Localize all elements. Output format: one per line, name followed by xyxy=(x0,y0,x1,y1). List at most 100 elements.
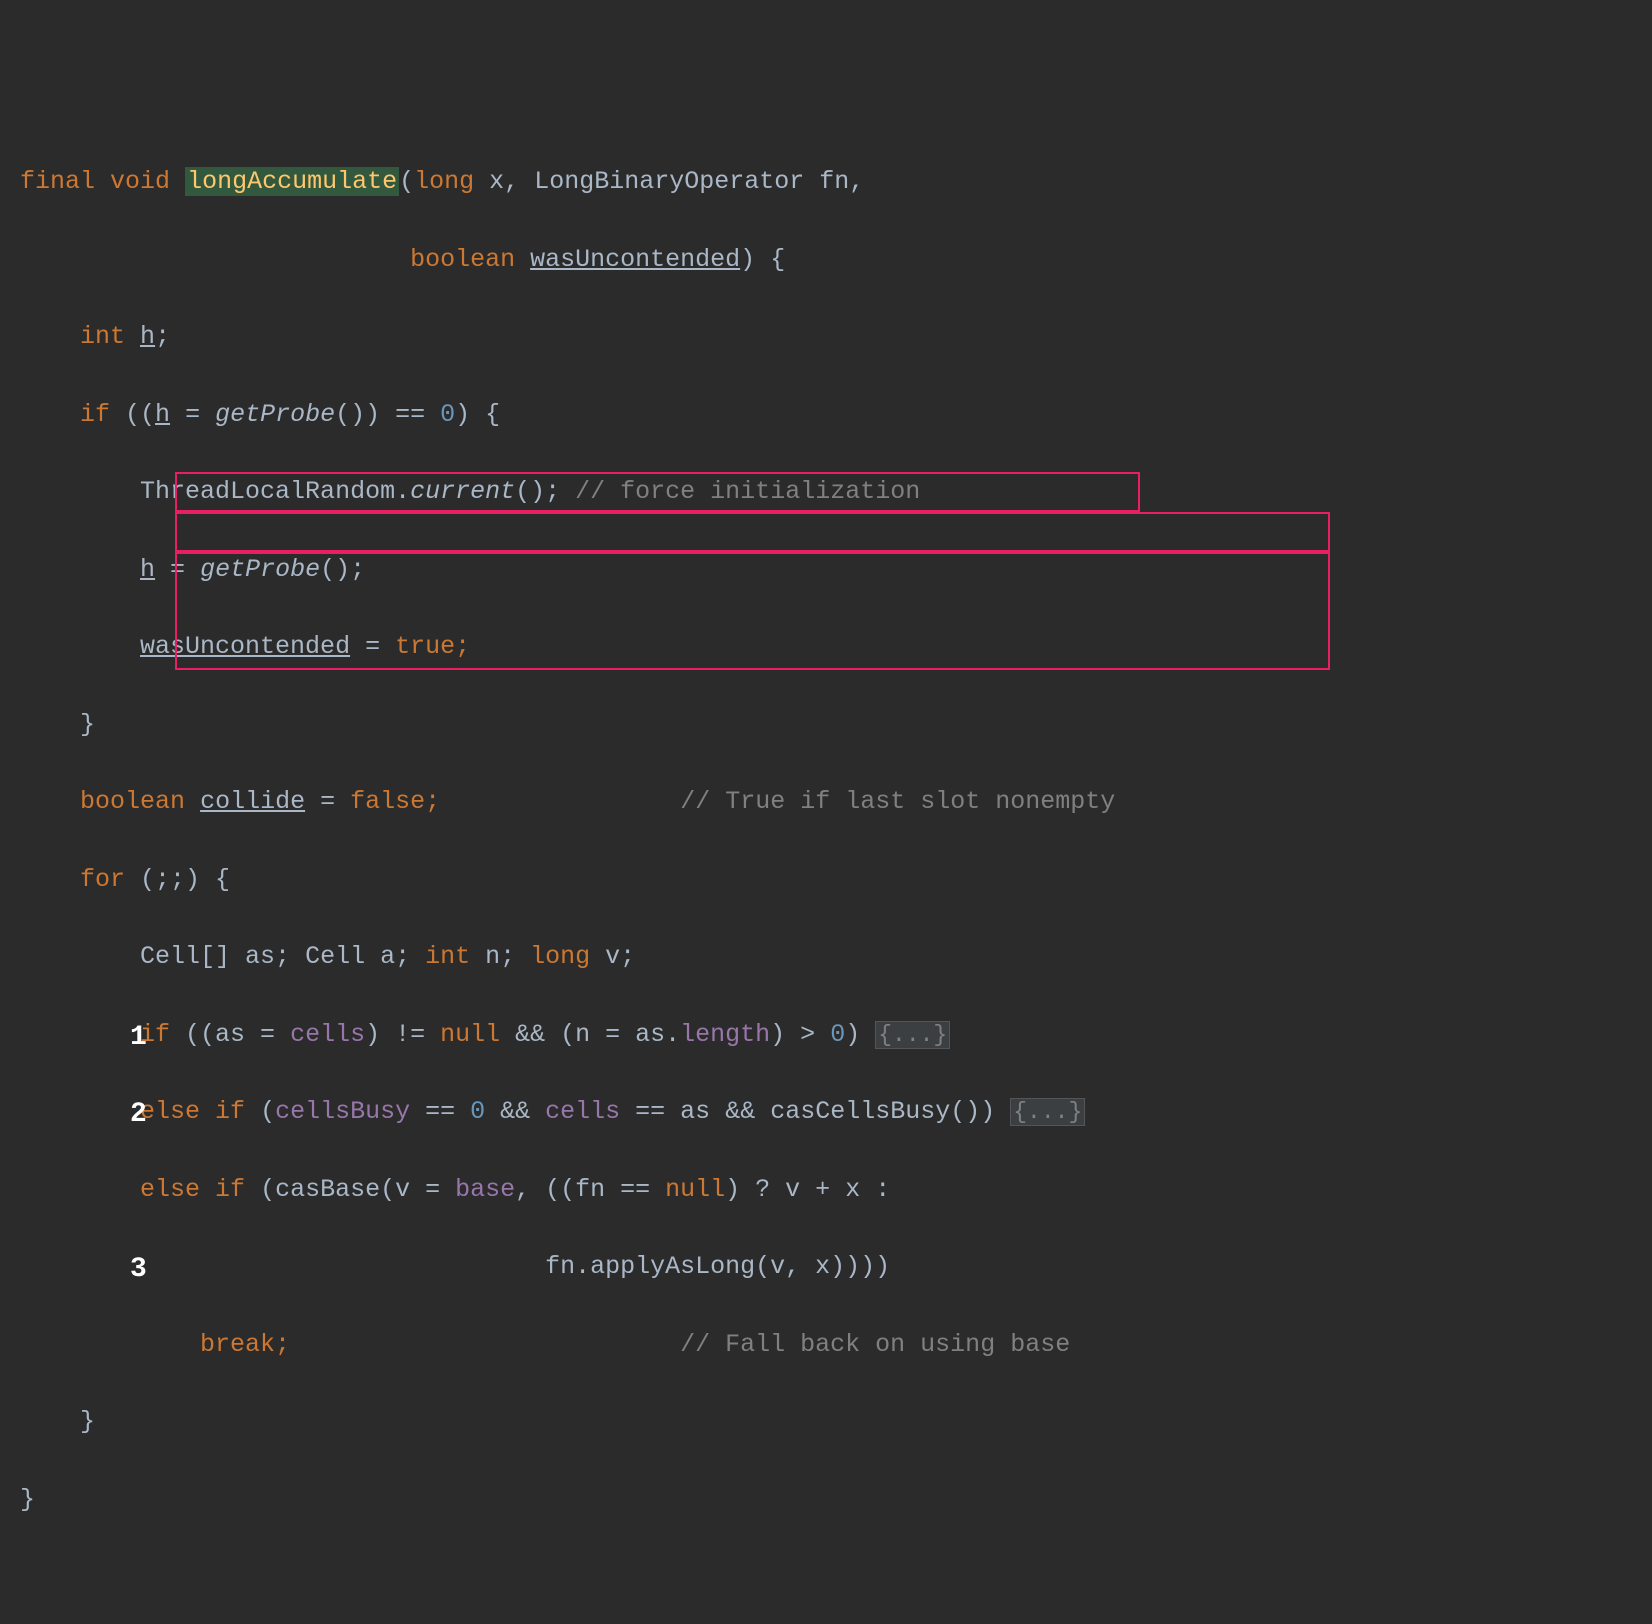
code-line-4: if ((h = getProbe()) == 0) { xyxy=(20,396,1632,435)
rbrace: } xyxy=(80,710,95,739)
var-h: h xyxy=(155,400,170,429)
code-line-15: 3 fn.applyAsLong(v, x)))) xyxy=(20,1248,1632,1287)
comma: , xyxy=(504,167,519,196)
highlight-box-2 xyxy=(175,512,1330,552)
code-line-14: else if (casBase(v = base, ((fn == null)… xyxy=(20,1171,1632,1210)
keyword-else-if: else if xyxy=(140,1175,245,1204)
text: a; xyxy=(365,942,425,971)
code-line-1: final void longAccumulate(long x, LongBi… xyxy=(20,163,1632,202)
number-zero: 0 xyxy=(470,1097,485,1126)
field-cells: cells xyxy=(290,1020,365,1049)
type-cell: Cell xyxy=(305,942,365,971)
text: && (n = as. xyxy=(500,1020,680,1049)
method-getprobe: getProbe xyxy=(215,400,335,429)
text: ) != xyxy=(365,1020,440,1049)
code-line-18: } xyxy=(20,1481,1632,1520)
keyword-long: long xyxy=(530,942,590,971)
field-cellsbusy: cellsBusy xyxy=(275,1097,410,1126)
code-fold-icon[interactable]: {...} xyxy=(875,1021,950,1049)
code-line-2: boolean wasUncontended) { xyxy=(20,241,1632,280)
var-wasuncontended: wasUncontended xyxy=(140,632,350,661)
comment-fallback: // Fall back on using base xyxy=(680,1330,1070,1359)
type-long: long xyxy=(414,167,474,196)
text: = xyxy=(155,555,200,584)
number-zero: 0 xyxy=(440,400,455,429)
annotation-1: 1 xyxy=(130,1016,147,1059)
text: ) ? v + x : xyxy=(725,1175,890,1204)
field-length: length xyxy=(680,1020,770,1049)
keyword-boolean: boolean xyxy=(410,245,515,274)
rbrace: } xyxy=(80,1407,95,1436)
text: ()) == xyxy=(335,400,440,429)
class-threadlocalrandom: ThreadLocalRandom xyxy=(140,477,395,506)
dot: . xyxy=(395,477,410,506)
param-x: x xyxy=(489,167,504,196)
text: = xyxy=(350,632,395,661)
code-line-6: h = getProbe(); xyxy=(20,551,1632,590)
number-zero: 0 xyxy=(830,1020,845,1049)
code-line-5: ThreadLocalRandom.current(); // force in… xyxy=(20,473,1632,512)
param-fn: fn xyxy=(819,167,849,196)
code-line-11: Cell[] as; Cell a; int n; long v; xyxy=(20,938,1632,977)
annotation-3: 3 xyxy=(130,1248,147,1291)
keyword-else-if: else if xyxy=(140,1097,245,1126)
semi: ; xyxy=(275,1330,290,1359)
keyword-break: break xyxy=(200,1330,275,1359)
annotation-2: 2 xyxy=(130,1093,147,1136)
rparen: ) xyxy=(740,245,755,274)
keyword-true: true xyxy=(395,632,455,661)
semi: ; xyxy=(455,632,470,661)
text: = xyxy=(170,400,215,429)
method-getprobe: getProbe xyxy=(200,555,320,584)
text: (); xyxy=(515,477,560,506)
lbrace: { xyxy=(770,245,785,274)
var-h: h xyxy=(140,555,155,584)
type-cell: Cell xyxy=(140,942,200,971)
comma: , xyxy=(849,167,864,196)
text: [] as; xyxy=(200,942,305,971)
code-line-7: wasUncontended = true; xyxy=(20,628,1632,667)
method-current: current xyxy=(410,477,515,506)
code-line-9: boolean collide = false; // True if last… xyxy=(20,783,1632,822)
field-base: base xyxy=(455,1175,515,1204)
keyword-null: null xyxy=(440,1020,500,1049)
code-line-13: 2 else if (cellsBusy == 0 && cells == as… xyxy=(20,1093,1632,1132)
semi: ; xyxy=(155,322,170,351)
keyword-void: void xyxy=(110,167,170,196)
text: , ((fn == xyxy=(515,1175,665,1204)
text: == xyxy=(410,1097,470,1126)
code-line-10: for (;;) { xyxy=(20,861,1632,900)
text: fn.applyAsLong(v, x)))) xyxy=(545,1252,890,1281)
text: ) > xyxy=(770,1020,830,1049)
param-wasuncontended: wasUncontended xyxy=(530,245,740,274)
text: ) { xyxy=(455,400,500,429)
text: ) xyxy=(845,1020,875,1049)
code-line-12: 1 if ((as = cells) != null && (n = as.le… xyxy=(20,1016,1632,1055)
rbrace: } xyxy=(20,1485,35,1514)
text: ((as = xyxy=(170,1020,290,1049)
text: ( xyxy=(245,1097,275,1126)
text: (( xyxy=(110,400,155,429)
field-cells: cells xyxy=(545,1097,620,1126)
text: n; xyxy=(470,942,530,971)
code-line-16: break; // Fall back on using base xyxy=(20,1326,1632,1365)
keyword-if: if xyxy=(80,400,110,429)
code-fold-icon[interactable]: {...} xyxy=(1010,1098,1085,1126)
text: (); xyxy=(320,555,365,584)
keyword-final: final xyxy=(20,167,95,196)
code-line-17: } xyxy=(20,1403,1632,1442)
keyword-int: int xyxy=(425,942,470,971)
keyword-int: int xyxy=(80,322,125,351)
text: v; xyxy=(590,942,635,971)
method-name-highlight: longAccumulate xyxy=(185,167,399,196)
comment-force-init: // force initialization xyxy=(575,477,920,506)
type-operator: LongBinaryOperator xyxy=(534,167,804,196)
keyword-null: null xyxy=(665,1175,725,1204)
var-h: h xyxy=(140,322,155,351)
punct: ( xyxy=(399,167,414,196)
text: == as && casCellsBusy()) xyxy=(620,1097,1010,1126)
code-line-3: int h; xyxy=(20,318,1632,357)
text: (casBase(v = xyxy=(245,1175,455,1204)
keyword-for: for xyxy=(80,865,125,894)
text: && xyxy=(485,1097,545,1126)
